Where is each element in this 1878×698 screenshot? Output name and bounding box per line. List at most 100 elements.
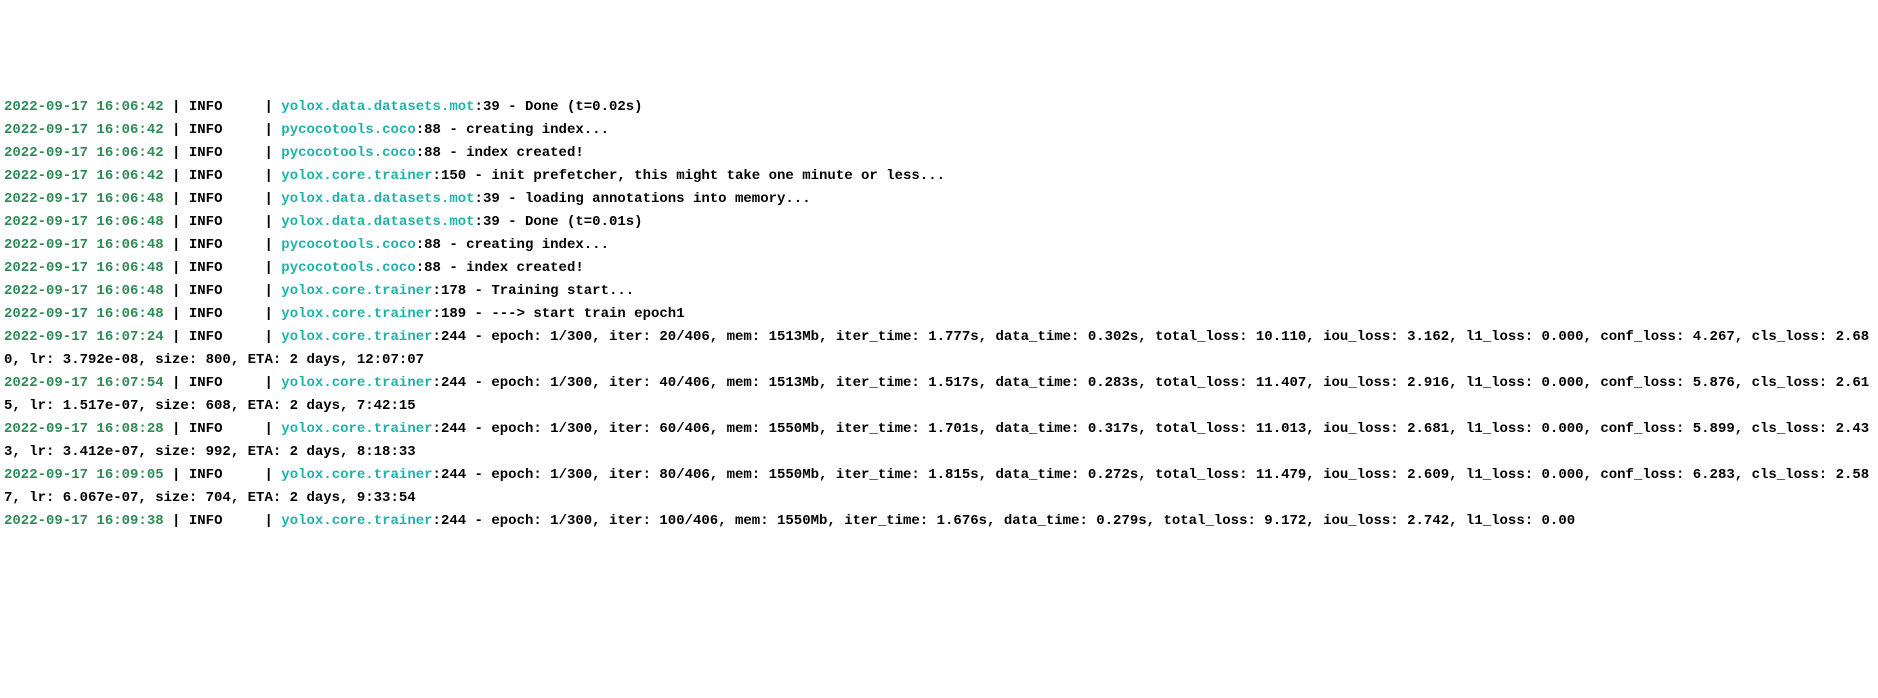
log-line-number: 39	[483, 214, 500, 230]
log-module: yolox.core.trainer	[281, 306, 432, 322]
log-separator: |	[256, 191, 281, 207]
log-separator: |	[256, 99, 281, 115]
log-level: INFO	[189, 467, 256, 483]
log-line-number: 178	[441, 283, 466, 299]
log-separator: |	[256, 168, 281, 184]
log-level: INFO	[189, 168, 256, 184]
log-message: - loading annotations into memory...	[500, 191, 811, 207]
log-separator: |	[256, 145, 281, 161]
log-line-number: 88	[424, 145, 441, 161]
log-separator: |	[256, 122, 281, 138]
log-module: pycocotools.coco	[281, 260, 415, 276]
log-line-number: 39	[483, 191, 500, 207]
log-line-number: 88	[424, 237, 441, 253]
log-colon: :	[416, 122, 424, 138]
log-message: - creating index...	[441, 122, 609, 138]
log-separator: |	[164, 329, 189, 345]
log-module: yolox.core.trainer	[281, 421, 432, 437]
log-level: INFO	[189, 214, 256, 230]
log-colon: :	[433, 168, 441, 184]
log-colon: :	[475, 214, 483, 230]
log-separator: |	[256, 260, 281, 276]
log-separator: |	[256, 467, 281, 483]
log-module: yolox.core.trainer	[281, 168, 432, 184]
log-separator: |	[164, 214, 189, 230]
log-message: - ---> start train epoch1	[466, 306, 684, 322]
log-line-number: 88	[424, 122, 441, 138]
log-colon: :	[433, 513, 441, 529]
log-module: yolox.core.trainer	[281, 375, 432, 391]
log-line-number: 244	[441, 467, 466, 483]
log-timestamp: 2022-09-17 16:06:42	[4, 145, 164, 161]
log-colon: :	[433, 421, 441, 437]
log-separator: |	[256, 237, 281, 253]
log-level: INFO	[189, 421, 256, 437]
log-timestamp: 2022-09-17 16:06:48	[4, 214, 164, 230]
log-colon: :	[416, 260, 424, 276]
log-module: yolox.core.trainer	[281, 467, 432, 483]
log-line-number: 244	[441, 329, 466, 345]
log-message: - init prefetcher, this might take one m…	[466, 168, 945, 184]
log-separator: |	[164, 513, 189, 529]
log-timestamp: 2022-09-17 16:06:48	[4, 306, 164, 322]
log-timestamp: 2022-09-17 16:06:42	[4, 122, 164, 138]
log-separator: |	[164, 260, 189, 276]
log-separator: |	[164, 191, 189, 207]
log-colon: :	[475, 99, 483, 115]
log-separator: |	[164, 168, 189, 184]
log-message: - Done (t=0.01s)	[500, 214, 643, 230]
log-separator: |	[164, 306, 189, 322]
log-module: pycocotools.coco	[281, 237, 415, 253]
log-line-number: 88	[424, 260, 441, 276]
log-level: INFO	[189, 513, 256, 529]
log-timestamp: 2022-09-17 16:09:05	[4, 467, 164, 483]
log-separator: |	[164, 145, 189, 161]
log-separator: |	[164, 375, 189, 391]
log-separator: |	[256, 329, 281, 345]
log-level: INFO	[189, 260, 256, 276]
log-separator: |	[256, 214, 281, 230]
log-separator: |	[164, 99, 189, 115]
log-separator: |	[256, 306, 281, 322]
log-timestamp: 2022-09-17 16:07:24	[4, 329, 164, 345]
log-module: yolox.data.datasets.mot	[281, 214, 474, 230]
log-timestamp: 2022-09-17 16:09:38	[4, 513, 164, 529]
log-timestamp: 2022-09-17 16:06:42	[4, 168, 164, 184]
log-separator: |	[164, 283, 189, 299]
log-separator: |	[164, 237, 189, 253]
log-message: - index created!	[441, 260, 584, 276]
log-module: yolox.core.trainer	[281, 283, 432, 299]
log-module: yolox.core.trainer	[281, 329, 432, 345]
log-line-number: 244	[441, 513, 466, 529]
log-module: pycocotools.coco	[281, 145, 415, 161]
log-module: yolox.data.datasets.mot	[281, 191, 474, 207]
log-timestamp: 2022-09-17 16:06:42	[4, 99, 164, 115]
log-message: - index created!	[441, 145, 584, 161]
log-colon: :	[416, 145, 424, 161]
log-colon: :	[433, 467, 441, 483]
log-colon: :	[433, 329, 441, 345]
log-message: - creating index...	[441, 237, 609, 253]
log-colon: :	[416, 237, 424, 253]
log-level: INFO	[189, 191, 256, 207]
log-module: pycocotools.coco	[281, 122, 415, 138]
log-level: INFO	[189, 237, 256, 253]
log-colon: :	[475, 191, 483, 207]
log-line-number: 189	[441, 306, 466, 322]
log-separator: |	[164, 122, 189, 138]
log-line-number: 244	[441, 375, 466, 391]
log-colon: :	[433, 375, 441, 391]
log-separator: |	[164, 467, 189, 483]
log-level: INFO	[189, 99, 256, 115]
log-line-number: 244	[441, 421, 466, 437]
log-separator: |	[164, 421, 189, 437]
log-separator: |	[256, 283, 281, 299]
log-colon: :	[433, 306, 441, 322]
log-level: INFO	[189, 145, 256, 161]
log-timestamp: 2022-09-17 16:06:48	[4, 260, 164, 276]
log-separator: |	[256, 421, 281, 437]
log-level: INFO	[189, 122, 256, 138]
log-level: INFO	[189, 283, 256, 299]
log-message: - epoch: 1/300, iter: 100/406, mem: 1550…	[466, 513, 1575, 529]
log-separator: |	[256, 513, 281, 529]
